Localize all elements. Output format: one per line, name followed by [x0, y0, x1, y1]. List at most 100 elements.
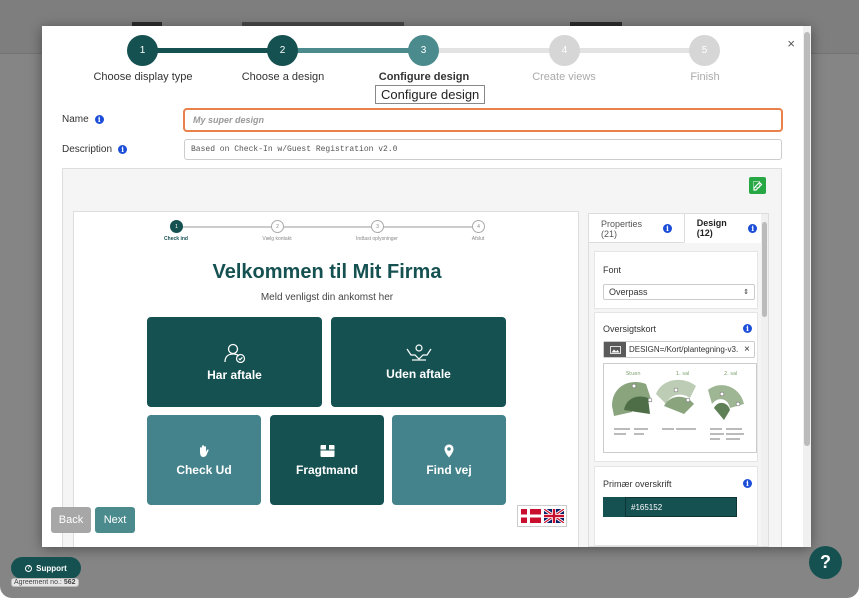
tile-har-aftale[interactable]: Har aftale: [147, 317, 322, 407]
configure-design-modal: × 1 2 3 4 5 Choose display type Choose a…: [42, 26, 811, 547]
primary-heading-section: Primær overskrift i #165152: [594, 466, 758, 546]
modal-scrollbar[interactable]: [803, 26, 811, 547]
panel-body: Font Overpass ⇕ Oversigtskort i DESIGN=/…: [589, 243, 768, 546]
uk-flag-icon[interactable]: [543, 509, 564, 523]
help-button[interactable]: ?: [809, 546, 842, 579]
info-icon[interactable]: i: [118, 145, 128, 154]
preview-step-label: Vælg kontakt: [262, 236, 292, 242]
font-label: Font: [603, 265, 622, 275]
step-tooltip: Configure design: [375, 85, 486, 104]
select-arrows-icon: ⇕: [743, 289, 749, 296]
design-panel: Properties (21) i Design (12) i Font Ove…: [588, 213, 769, 547]
overview-map-section: Oversigtskort i DESIGN=/Kort/plantegning…: [594, 312, 758, 462]
preview-step-label: Afslut: [471, 236, 485, 242]
tile-fragtmand[interactable]: Fragtmand: [270, 415, 384, 505]
preview-step-circle: 4: [472, 220, 485, 233]
info-icon[interactable]: i: [743, 324, 752, 333]
step-connector: [142, 48, 282, 53]
map-label: 1. sal: [676, 371, 689, 377]
tile-label: Uden aftale: [386, 366, 451, 381]
image-icon: [604, 342, 626, 357]
tab-properties[interactable]: Properties (21) i: [589, 214, 684, 243]
overview-file-field[interactable]: DESIGN=/Kort/plantegning-v3. ×: [603, 341, 755, 358]
color-swatch[interactable]: [603, 497, 625, 517]
tile-label: Find vej: [426, 462, 472, 477]
panel-scrollbar[interactable]: [761, 214, 768, 546]
preview-step-label: Check ind: [164, 236, 188, 242]
font-select[interactable]: Overpass ⇕: [603, 284, 755, 300]
preview-step-label: Indtast oplysninger: [356, 236, 398, 242]
step-4-label: Create views: [532, 71, 596, 83]
map-label: 2. sal: [724, 371, 737, 377]
tile-label: Check Ud: [176, 462, 232, 477]
support-button[interactable]: ? Support: [11, 557, 81, 579]
step-5-label: Finish: [690, 71, 720, 83]
question-circle-icon: ?: [25, 564, 33, 572]
step-3-circle[interactable]: 3: [408, 35, 439, 66]
step-connector: [564, 48, 705, 53]
next-button[interactable]: Next: [95, 507, 135, 533]
step-5-circle: 5: [689, 35, 720, 66]
preview-title: Velkommen til Mit Firma: [212, 261, 442, 283]
name-input[interactable]: My super design: [183, 108, 783, 132]
agreement-value: 562: [63, 579, 76, 586]
color-hex-input[interactable]: #165152: [625, 497, 737, 517]
info-icon[interactable]: i: [748, 223, 757, 233]
description-label-row: Description i: [62, 144, 128, 155]
tile-find-vej[interactable]: Find vej: [392, 415, 506, 505]
description-input[interactable]: Based on Check-In w/Guest Registration v…: [184, 139, 782, 160]
step-2-label: Choose a design: [241, 71, 325, 83]
description-label: Description: [62, 144, 113, 155]
tab-design[interactable]: Design (12) i: [683, 214, 768, 243]
panel-tabs: Properties (21) i Design (12) i: [589, 214, 768, 243]
step-connector: [423, 48, 564, 53]
preview-step-circle: 1: [170, 220, 183, 233]
tile-label: Har aftale: [207, 367, 262, 382]
preview-step-connector: [278, 226, 378, 228]
preview-step-circle: 2: [271, 220, 284, 233]
name-label: Name: [62, 114, 89, 125]
step-2-circle[interactable]: 2: [267, 35, 298, 66]
hands-icon: [406, 343, 431, 361]
language-flags: [517, 505, 567, 527]
preview-step-connector: [177, 226, 278, 228]
support-label: Support: [36, 563, 67, 573]
map-pin-icon: [444, 444, 454, 457]
font-value: Overpass: [609, 287, 648, 297]
step-4-circle: 4: [549, 35, 580, 66]
info-icon[interactable]: i: [94, 115, 104, 124]
modal-scroll-thumb[interactable]: [804, 32, 810, 446]
font-section: Font Overpass ⇕: [594, 251, 758, 309]
danish-flag-icon[interactable]: [520, 509, 541, 523]
step-connector: [282, 48, 423, 53]
back-button[interactable]: Back: [51, 507, 91, 533]
overview-map-thumbnail[interactable]: Stuen 1. sal 2. sal: [603, 363, 757, 453]
user-check-icon: [223, 343, 245, 363]
overview-label: Oversigtskort: [603, 324, 657, 334]
tab-label: Design (12): [696, 218, 727, 238]
overview-file-name: DESIGN=/Kort/plantegning-v3.: [629, 345, 738, 354]
step-1-circle[interactable]: 1: [127, 35, 158, 66]
package-icon: [320, 444, 334, 457]
info-icon[interactable]: i: [663, 224, 672, 233]
preview-step-circle: 3: [371, 220, 384, 233]
step-3-label: Configure design: [378, 71, 470, 83]
design-preview: 1 2 3 4 Check ind Vælg kontakt Indtast o…: [73, 211, 579, 547]
info-icon[interactable]: i: [743, 479, 752, 488]
wizard-stepper: 1 2 3 4 5 Choose display type Choose a d…: [42, 26, 811, 118]
tile-uden-aftale[interactable]: Uden aftale: [331, 317, 506, 407]
remove-icon[interactable]: ×: [738, 344, 750, 355]
edit-icon[interactable]: [749, 177, 766, 194]
preview-step-connector: [378, 226, 480, 228]
agreement-number: Agreement no.: 562: [11, 578, 79, 587]
panel-scroll-thumb[interactable]: [762, 222, 767, 317]
step-1-label: Choose display type: [93, 71, 193, 83]
floorplan-image: Stuen 1. sal 2. sal: [612, 371, 744, 440]
tile-check-ud[interactable]: Check Ud: [147, 415, 261, 505]
hand-wave-icon: [200, 444, 209, 457]
preview-subtitle: Meld venligst din ankomst her: [260, 292, 394, 303]
tile-label: Fragtmand: [295, 462, 358, 477]
agreement-label: Agreement no.:: [14, 579, 62, 586]
name-label-row: Name i: [62, 114, 104, 125]
map-label: Stuen: [626, 371, 641, 377]
